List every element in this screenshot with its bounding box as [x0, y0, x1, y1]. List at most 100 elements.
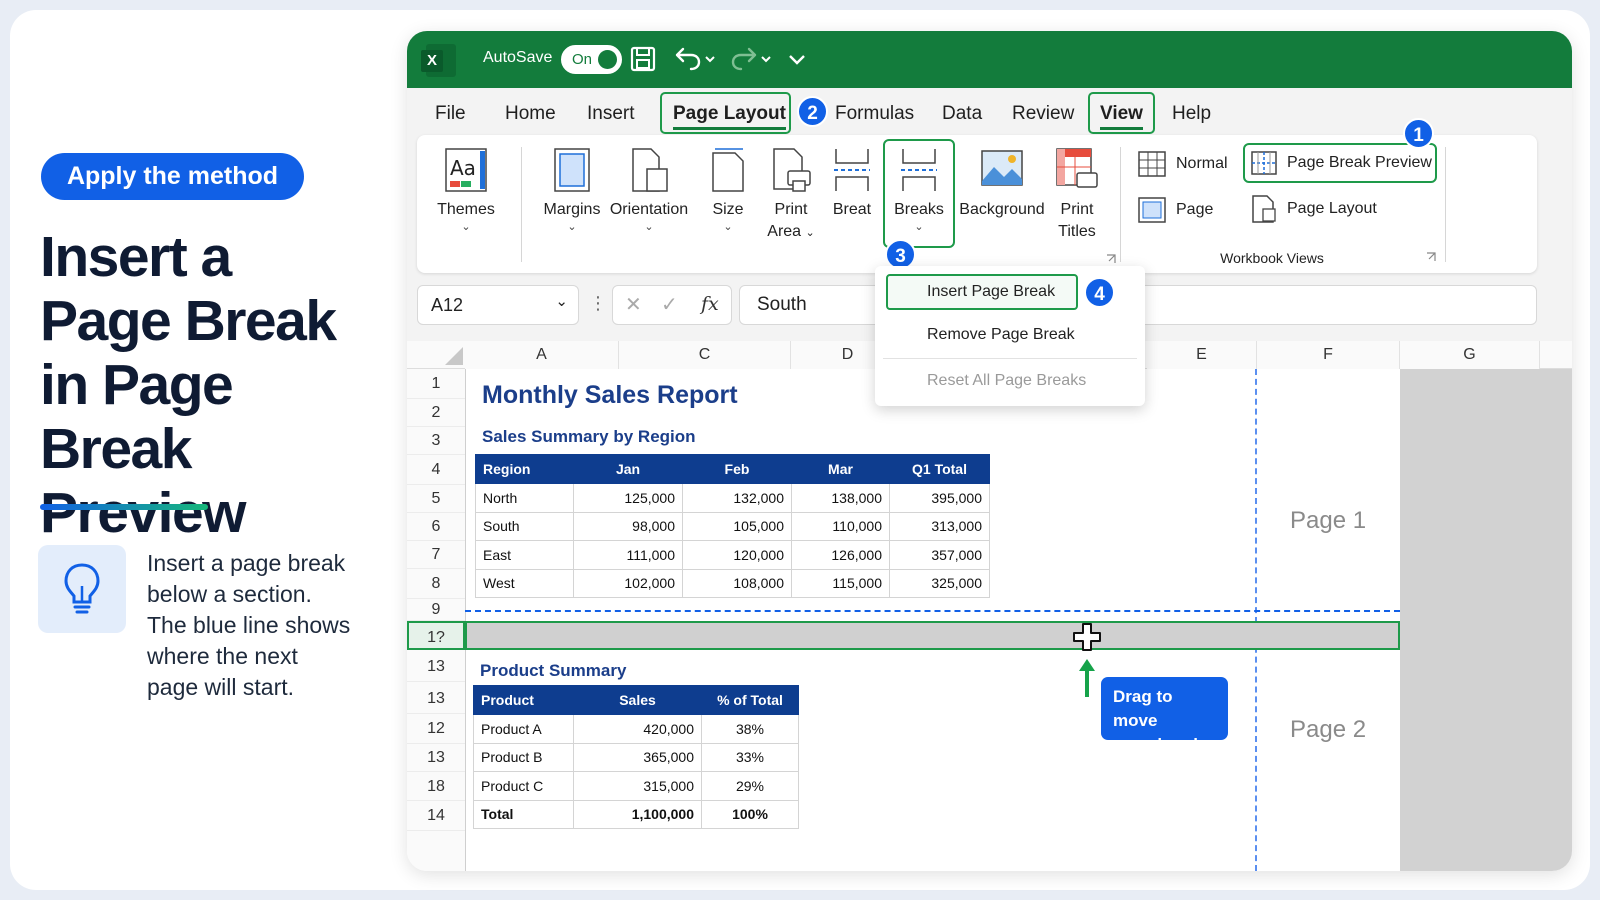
margins-icon [554, 148, 590, 192]
column-header[interactable]: F [1257, 341, 1400, 369]
tab-review[interactable]: Review [1012, 103, 1074, 125]
chevron-down-icon: ⌄ [644, 221, 654, 233]
margins-button[interactable]: Margins ⌄ [537, 147, 607, 233]
row-header[interactable]: 13 [407, 650, 465, 682]
row-header-selected[interactable]: 1? [407, 621, 465, 650]
drag-callout: Drag to move page break [1101, 677, 1228, 754]
method-badge: Apply the method [41, 153, 304, 200]
move-cursor-icon [1073, 623, 1101, 651]
print-area-icon [773, 148, 811, 192]
table-row: North 125,000 132,000 138,000 395,000 [475, 483, 990, 513]
remove-page-break-item[interactable]: Remove Page Break [927, 326, 1075, 344]
page-break-preview-icon [1251, 151, 1277, 175]
tip-text: Insert a page break below a section. The… [147, 550, 351, 700]
tab-view[interactable]: View [1100, 103, 1143, 130]
reset-all-page-breaks-item: Reset All Page Breaks [927, 372, 1087, 389]
row-header[interactable]: 1 [407, 369, 465, 399]
tab-help[interactable]: Help [1172, 103, 1211, 125]
tab-formulas[interactable]: Formulas [835, 103, 914, 125]
page-title: Insert a Page Break in Page Break Previe… [40, 225, 337, 545]
row-header[interactable]: 14 [407, 801, 465, 831]
tab-insert[interactable]: Insert [587, 103, 635, 125]
ribbon: Aa Themes ⌄ Margins ⌄ Orientation ⌄ Size… [417, 135, 1537, 273]
autosave-toggle[interactable]: On [561, 45, 622, 74]
breaks-icon [901, 149, 937, 191]
tab-page-layout[interactable]: Page Layout [673, 103, 786, 130]
step-1-badge: 1 [1403, 118, 1434, 149]
row-header[interactable]: 4 [407, 455, 465, 485]
report-title: Monthly Sales Report [482, 381, 738, 409]
autosave-label: AutoSave [483, 49, 553, 66]
cancel-icon[interactable]: ✕ [625, 292, 642, 317]
row-header[interactable]: 2 [407, 399, 465, 427]
horizontal-page-break-line [465, 610, 1400, 612]
tip-box [38, 545, 126, 633]
product-table: Product Sales % of Total Product A 420,00… [473, 685, 799, 829]
print-titles-button[interactable]: Print Titles [1049, 147, 1105, 243]
dialog-launcher-icon[interactable] [1425, 251, 1437, 263]
insert-function-icon[interactable]: fx [701, 293, 719, 315]
themes-button[interactable]: Aa Themes ⌄ [427, 147, 505, 233]
check-icon[interactable]: ✓ [661, 292, 678, 317]
tab-data[interactable]: Data [942, 103, 982, 125]
row-header[interactable]: 18 [407, 772, 465, 801]
table-header-row: Product Sales % of Total [473, 685, 799, 715]
page-layout-view-button[interactable]: Page Layout [1251, 195, 1377, 223]
table-row: South 98,000 105,000 110,000 313,000 [475, 511, 990, 541]
title-bar: X AutoSave On [407, 31, 1572, 88]
customize-toolbar-icon[interactable] [787, 45, 807, 73]
tab-home[interactable]: Home [505, 103, 556, 125]
svg-text:Aa: Aa [450, 156, 476, 180]
print-area-button[interactable]: Print Area ⌄ [761, 147, 821, 244]
undo-icon[interactable] [673, 45, 717, 73]
row-header[interactable]: 6 [407, 513, 465, 541]
table-row: Product B 365,000 33% [473, 742, 799, 772]
row-header[interactable]: 8 [407, 569, 465, 599]
size-icon [712, 148, 744, 192]
dialog-launcher-icon[interactable] [1105, 253, 1117, 265]
workbook-views-group-label: Workbook Views [1220, 250, 1324, 266]
up-arrow-icon [1079, 659, 1095, 697]
redo-icon[interactable] [729, 45, 773, 73]
chevron-down-icon: ⌄ [461, 221, 471, 233]
name-box[interactable]: A12 ⌄ [417, 285, 579, 325]
gradient-divider [40, 504, 208, 510]
column-header[interactable]: G [1400, 341, 1540, 369]
chevron-down-icon: ⌄ [555, 293, 568, 310]
row-header[interactable]: 12 [407, 714, 465, 744]
more-options-icon[interactable]: ⋮ [589, 293, 607, 314]
row-header[interactable]: 9 [407, 599, 465, 621]
region-table: Region Jan Feb Mar Q1 Total North 125,000… [475, 454, 990, 598]
vertical-page-break-line [1255, 369, 1257, 871]
page-1-label: Page 1 [1290, 507, 1367, 534]
column-header[interactable]: A [465, 341, 619, 369]
table-total-row: Total 1,100,000 100% [473, 799, 799, 829]
column-header[interactable]: C [619, 341, 791, 369]
background-button[interactable]: Background [957, 147, 1047, 221]
page-break-preview-button[interactable]: Page Break Preview [1251, 151, 1432, 175]
product-section-title: Product Summary [480, 661, 627, 680]
table-header-row: Region Jan Feb Mar Q1 Total [475, 454, 990, 484]
insert-page-break-item[interactable]: Insert Page Break [927, 283, 1055, 301]
select-all-icon[interactable] [445, 347, 463, 365]
row-header[interactable]: 3 [407, 427, 465, 455]
row-header[interactable]: 13 [407, 744, 465, 772]
row-header[interactable]: 5 [407, 485, 465, 513]
ribbon-tabs: File Home Insert Page Layout Formulas Da… [407, 88, 1572, 140]
save-icon[interactable] [629, 45, 657, 73]
normal-view-button[interactable]: Normal [1138, 151, 1228, 177]
table-row: Product A 420,000 38% [473, 714, 799, 744]
size-button[interactable]: Size ⌄ [700, 147, 756, 233]
breaks-button[interactable]: Breaks ⌄ [887, 147, 951, 233]
orientation-button[interactable]: Orientation ⌄ [603, 147, 695, 233]
page-2-label: Page 2 [1290, 716, 1367, 743]
region-section-title: Sales Summary by Region [482, 427, 696, 446]
row-header[interactable]: 13 [407, 682, 465, 714]
breat-button[interactable]: Breat [827, 147, 877, 221]
page-view-icon [1138, 197, 1166, 223]
page-view-button[interactable]: Page [1138, 197, 1213, 223]
column-header[interactable]: E [1147, 341, 1257, 369]
selected-row[interactable] [465, 621, 1400, 650]
row-header[interactable]: 7 [407, 541, 465, 569]
tab-file[interactable]: File [435, 103, 466, 125]
